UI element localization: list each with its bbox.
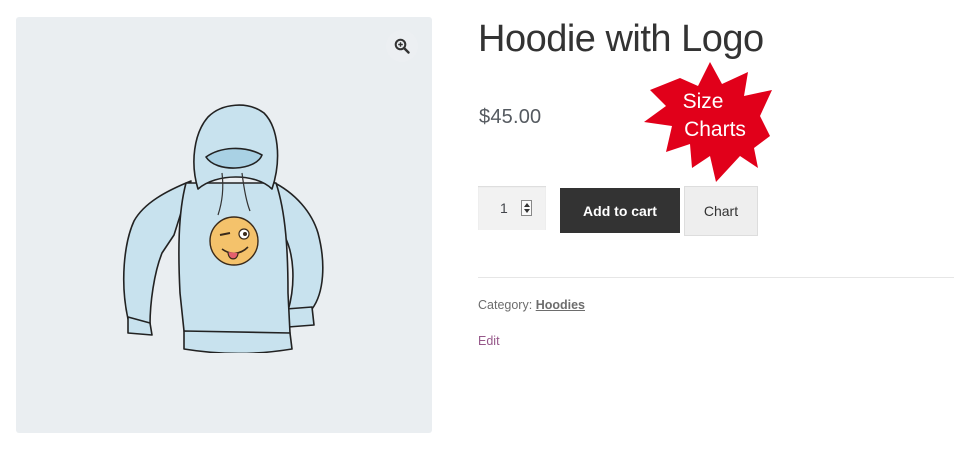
quantity-input[interactable]: 1 (478, 186, 546, 230)
product-category: Category: Hoodies (478, 298, 585, 312)
magnifier-zoom-icon (394, 38, 410, 54)
product-title: Hoodie with Logo (478, 18, 764, 60)
edit-link[interactable]: Edit (478, 334, 500, 348)
logo-emoji (209, 216, 259, 266)
stepper-down-icon[interactable] (524, 209, 530, 213)
badge-line-1: Size (683, 90, 724, 113)
size-charts-badge[interactable]: Size Charts (640, 60, 780, 186)
product-image (122, 104, 324, 353)
zoom-button[interactable] (386, 30, 418, 62)
stepper-up-icon[interactable] (524, 203, 530, 207)
divider (478, 277, 954, 278)
category-link[interactable]: Hoodies (536, 298, 585, 312)
category-label: Category: (478, 298, 533, 312)
size-chart-button[interactable]: Chart (684, 186, 758, 236)
product-gallery (16, 17, 432, 433)
quantity-stepper[interactable] (521, 200, 532, 216)
product-price: $45.00 (479, 106, 542, 128)
badge-line-2: Charts (684, 118, 746, 141)
quantity-value[interactable]: 1 (500, 200, 508, 216)
add-to-cart-button[interactable]: Add to cart (560, 188, 680, 233)
